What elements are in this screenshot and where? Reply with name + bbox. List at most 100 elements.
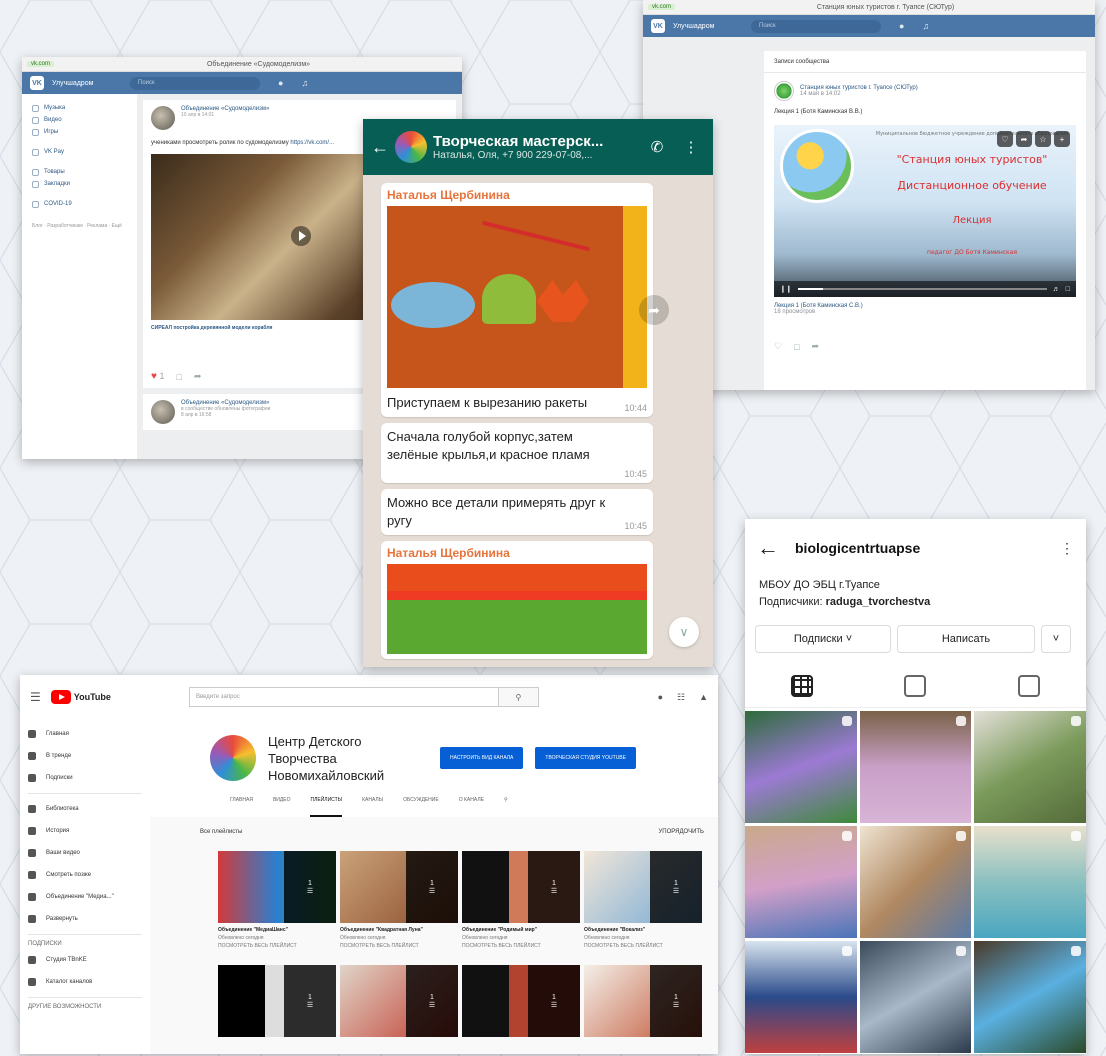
share-icon[interactable]: ➦	[1016, 131, 1032, 147]
volume-icon[interactable]: ♬	[1053, 286, 1060, 293]
heart-icon[interactable]: ♡	[997, 131, 1013, 147]
apps-icon[interactable]: ☷	[677, 692, 685, 703]
playlist-title[interactable]: Объединение "Родимый мир"	[462, 927, 537, 933]
share-icon[interactable]: ➦	[812, 341, 820, 352]
share-icon[interactable]: ➦	[194, 371, 202, 382]
comment-icon[interactable]: □	[176, 372, 181, 382]
message-button[interactable]: Написать	[897, 625, 1035, 653]
sidebar-item-video[interactable]: Видео	[32, 114, 122, 126]
heart-icon[interactable]: ♡	[774, 341, 782, 352]
youtube-logo[interactable]: YouTube	[50, 690, 111, 704]
sort-button[interactable]: УПОРЯДОЧИТЬ	[658, 829, 704, 835]
igtv-icon[interactable]	[904, 675, 927, 697]
menu-icon[interactable]: ☰	[30, 690, 41, 704]
sidebar-item-watch-later[interactable]: Смотреть позже	[28, 864, 142, 886]
view-playlist-link[interactable]: ПОСМОТРЕТЬ ВЕСЬ ПЛЕЙЛИСТ	[340, 943, 458, 949]
following-button[interactable]: Подписки ˅	[755, 625, 891, 653]
tab-channels[interactable]: КАНАЛЫ	[362, 797, 383, 817]
grid-photo[interactable]	[745, 941, 857, 1053]
playlist-card[interactable]: 1 ☰ Объединение "Вокализ" Обновлено сегод…	[584, 851, 702, 955]
avatar[interactable]	[151, 106, 175, 130]
tab-discussion[interactable]: ОБСУЖДЕНИЕ	[403, 797, 439, 817]
search-input[interactable]: Поиск	[130, 76, 260, 90]
message-photo[interactable]	[387, 206, 647, 388]
playlist-thumbnail[interactable]: 1 ☰	[462, 851, 580, 923]
music-note-icon[interactable]: ♫	[922, 21, 929, 31]
sidebar-item-your-videos[interactable]: Ваши видео	[28, 842, 142, 864]
like-button[interactable]: ♥ 1	[151, 371, 164, 382]
playlist-thumbnail[interactable]: 1 ☰	[340, 851, 458, 923]
playlist-card[interactable]: 1 ☰ Объединение "Квадратная Луна" Обновле…	[340, 851, 458, 955]
back-arrow-icon[interactable]: ←	[757, 535, 779, 561]
bell-icon[interactable]: ●	[899, 21, 904, 31]
search-icon[interactable]: ⚲	[497, 688, 538, 706]
grid-photo[interactable]	[745, 711, 857, 823]
sidebar-item-channel-catalog[interactable]: Каталог каналов	[28, 971, 142, 993]
vk-logo-icon[interactable]: VK	[651, 19, 665, 33]
fullscreen-icon[interactable]: □	[1066, 286, 1070, 293]
pause-icon[interactable]: ❙❙	[780, 285, 792, 293]
view-playlist-link[interactable]: ПОСМОТРЕТЬ ВЕСЬ ПЛЕЙЛИСТ	[584, 943, 702, 949]
scroll-down-icon[interactable]: ∨	[669, 617, 699, 647]
playlist-title[interactable]: Объединение "МедиаШанс"	[218, 927, 288, 933]
sidebar-item-covid[interactable]: COVID-19	[32, 198, 122, 210]
tab-home[interactable]: ГЛАВНАЯ	[230, 797, 253, 817]
back-arrow-icon[interactable]: ←	[371, 137, 389, 158]
message-bubble[interactable]: Сначала голубой корпус,затем зелёные кры…	[381, 423, 653, 483]
channel-logo[interactable]	[210, 735, 256, 781]
playlist-title[interactable]: Объединение "Квадратная Луна"	[340, 927, 423, 933]
sidebar-footer[interactable]: Блог · Разработчикам · Реклама · Ещё	[32, 222, 122, 230]
sidebar-item-history[interactable]: История	[28, 820, 142, 842]
message-bubble[interactable]: Можно все детали примерять друг к ругу 1…	[381, 489, 653, 535]
grid-photo[interactable]	[974, 941, 1086, 1053]
more-options-icon[interactable]: ⋮	[677, 138, 705, 156]
url-label[interactable]: vk.com	[27, 61, 55, 67]
post-link[interactable]: https://vk.com/...	[290, 140, 334, 146]
bio-follower-username[interactable]: raduga_tvorchestva	[826, 596, 931, 608]
vk-logo-icon[interactable]: VK	[30, 76, 44, 90]
view-playlist-link[interactable]: ПОСМОТРЕТЬ ВЕСЬ ПЛЕЙЛИСТ	[218, 943, 336, 949]
grid-photo[interactable]	[745, 826, 857, 938]
search-input[interactable]: Введите запрос	[190, 688, 498, 706]
message-bubble[interactable]: Наталья Щербинина Приступаем к вырезанию…	[381, 183, 653, 417]
customize-channel-button[interactable]: НАСТРОИТЬ ВИД КАНАЛА	[440, 747, 524, 769]
tab-videos[interactable]: ВИДЕО	[273, 797, 291, 817]
view-playlist-link[interactable]: ПОСМОТРЕТЬ ВЕСЬ ПЛЕЙЛИСТ	[462, 943, 580, 949]
playlist-title[interactable]: Объединение "Вокализ"	[584, 927, 645, 933]
playlist-thumbnail[interactable]: 1 ☰	[462, 965, 580, 1037]
playlist-card[interactable]: 1 ☰ Объединение "Родимый мир" Обновлено с…	[462, 851, 580, 955]
search-icon[interactable]: ⚲	[504, 797, 508, 817]
sidebar-item-games[interactable]: Игры	[32, 126, 122, 138]
bookmark-icon[interactable]: ☆	[1035, 131, 1051, 147]
tagged-icon[interactable]	[1018, 675, 1041, 697]
play-button-icon[interactable]	[291, 226, 311, 246]
more-options-icon[interactable]: ⋮	[1060, 540, 1074, 557]
camera-icon[interactable]: ●	[658, 692, 663, 703]
community-logo[interactable]	[774, 81, 794, 101]
sidebar-item-subscription[interactable]: Студия TBnKE	[28, 949, 142, 971]
add-icon[interactable]: +	[1054, 131, 1070, 147]
bell-icon[interactable]: ●	[278, 78, 283, 88]
avatar[interactable]	[151, 400, 175, 424]
message-bubble[interactable]: Наталья Щербинина	[381, 541, 653, 659]
sidebar-item-bookmarks[interactable]: Закладки	[32, 178, 122, 190]
playlist-thumbnail[interactable]: 1 ☰	[218, 851, 336, 923]
forward-icon[interactable]: ➦	[639, 295, 669, 325]
grid-photo[interactable]	[859, 711, 972, 823]
sidebar-item-library[interactable]: Библиотека	[28, 798, 142, 820]
grid-photo[interactable]	[974, 711, 1086, 823]
creator-studio-button[interactable]: ТВОРЧЕСКАЯ СТУДИЯ YOUTUBE	[535, 747, 636, 769]
chat-title-block[interactable]: Творческая мастерск... Наталья, Оля, +7 …	[433, 133, 637, 161]
more-dropdown-button[interactable]: ˅	[1041, 625, 1071, 653]
playlist-thumbnail[interactable]: 1 ☰	[218, 965, 336, 1037]
music-note-icon[interactable]: ♫	[301, 78, 308, 88]
call-icon[interactable]: ✆	[643, 138, 671, 156]
sidebar-item-vkpay[interactable]: VK Pay	[32, 146, 122, 158]
grid-photo[interactable]	[974, 826, 1086, 938]
tab-community-posts[interactable]: Записи сообщества	[764, 51, 1086, 73]
sidebar-item-playlist[interactable]: Объединение "Медиа..."	[28, 886, 142, 908]
progress-bar[interactable]	[797, 288, 1047, 290]
bell-icon[interactable]: ▲	[699, 692, 708, 703]
sidebar-item-home[interactable]: Главная	[28, 723, 142, 745]
sidebar-item-goods[interactable]: Товары	[32, 166, 122, 178]
